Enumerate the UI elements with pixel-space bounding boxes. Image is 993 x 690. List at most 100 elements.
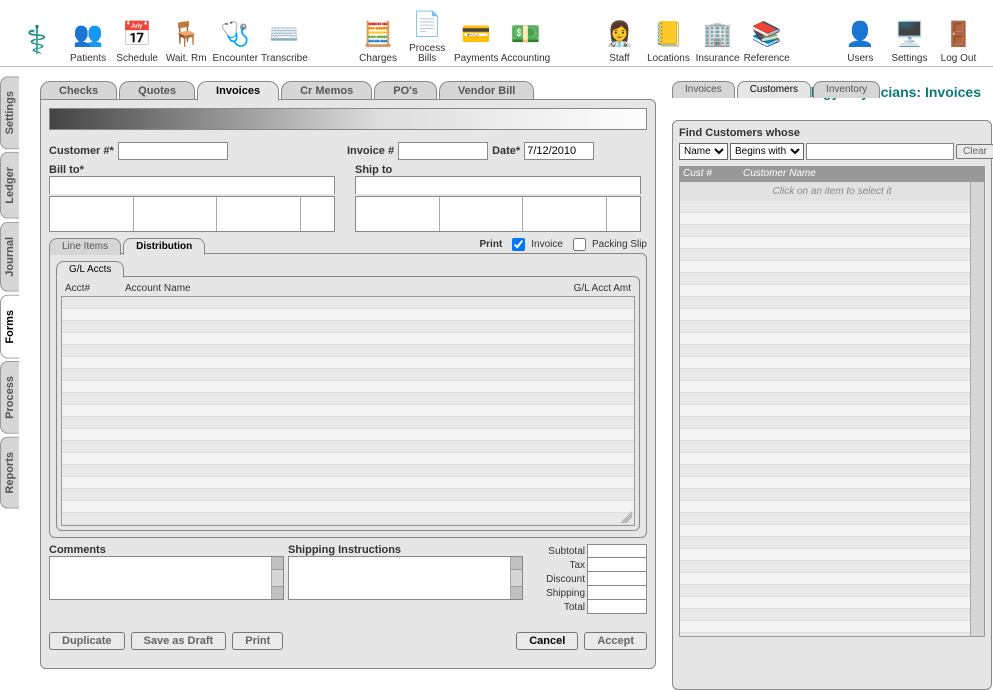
doctab-quotes[interactable]: Quotes [119,81,195,101]
toolbar-label: Process Bills [403,44,452,64]
sidetab-reports[interactable]: Reports [0,437,19,509]
reference-icon: 📚 [749,16,785,52]
payments-icon: 💳 [458,16,494,52]
gl-grid-body[interactable] [61,296,635,526]
left-column: ChecksQuotesInvoicesCr MemosPO'sVendor B… [40,80,656,677]
total-value [587,600,647,614]
charges-icon: 🧮 [360,16,396,52]
toolbar-label: Users [847,54,873,64]
sidepanel-tab-invoices[interactable]: Invoices [672,81,735,98]
sidetab-ledger[interactable]: Ledger [0,152,19,219]
doctab-invoices[interactable]: Invoices [197,81,279,101]
save-as-draft-button[interactable]: Save as Draft [131,632,227,650]
shipping-instructions-block: Shipping Instructions [288,544,523,614]
sidetab-journal[interactable]: Journal [0,222,19,292]
toolbar-process-bills-button[interactable]: 📄Process Bills [403,6,452,64]
bill-to-address[interactable] [49,196,335,232]
col-cust-no: Cust # [683,168,743,179]
sidepanel-tab-customers[interactable]: Customers [737,81,811,98]
discount-value [587,572,647,586]
toolbar-accounting-button[interactable]: 💵Accounting [501,16,550,64]
comments-textarea[interactable] [49,556,284,600]
invoice-no-input[interactable] [398,142,488,160]
ship-to-line1[interactable] [355,176,641,194]
print-button[interactable]: Print [232,632,283,650]
toolbar-patients-button[interactable]: 👥Patients [64,16,113,64]
toolbar-encounter-button[interactable]: 🩺Encounter [211,16,260,64]
tax-value [587,558,647,572]
customers-grid-header: Cust # Customer Name [679,166,985,181]
bill-to-line1[interactable] [49,176,335,194]
toolbar-log-out-button[interactable]: 🚪Log Out [934,16,983,64]
toolbar-payments-button[interactable]: 💳Payments [452,16,501,64]
subtotal-label: Subtotal [527,546,587,557]
footer-fields-row: Comments Shipping Instructions Subtotal … [49,544,647,614]
right-column: InvoicesCustomersInventory Find Customer… [672,80,992,677]
toolbar-reference-button[interactable]: 📚Reference [742,16,791,64]
ship-to-block: Ship to [355,164,641,232]
invoice-form-panel: Customer #* Invoice # Date* Bill to* [40,99,656,669]
cancel-button[interactable]: Cancel [516,632,578,650]
customers-grid-body[interactable]: Click on an item to select it [679,181,985,637]
shipping-instructions-textarea[interactable] [288,556,523,600]
subtab-distribution[interactable]: Distribution [123,238,205,255]
doctab-checks[interactable]: Checks [40,81,117,101]
date-input[interactable] [524,142,594,160]
scrollbar[interactable] [970,182,984,636]
toolbar-label: Patients [70,54,106,64]
sidepanel-tab-inventory[interactable]: Inventory [813,81,880,98]
toolbar-settings-button[interactable]: 🖥️Settings [885,16,934,64]
users-icon: 👤 [842,16,878,52]
toolbar-label: Transcribe [261,54,308,64]
find-field-select[interactable]: Name [679,143,728,160]
wait-rm-icon: 🪑 [168,16,204,52]
detail-subtabs: Line ItemsDistribution [49,237,647,254]
bill-to-block: Bill to* [49,164,335,232]
toolbar-label: Wait. Rm [166,54,207,64]
toolbar-locations-button[interactable]: 📒Locations [644,16,693,64]
minitab-g-l-accts[interactable]: G/L Accts [56,261,124,278]
doctab-vendor-bill[interactable]: Vendor Bill [439,81,534,101]
toolbar-transcribe-button[interactable]: ⌨️Transcribe [260,16,309,64]
sidetab-process[interactable]: Process [0,361,19,434]
toolbar-label: Encounter [213,54,259,64]
toolbar-insurance-button[interactable]: 🏢Insurance [693,16,742,64]
toolbar-label: Accounting [501,54,550,64]
distribution-panel: G/L Accts Acct# Account Name G/L Acct Am… [49,253,647,538]
ship-to-address[interactable] [355,196,641,232]
toolbar-divider [0,66,993,67]
doctab-cr-memos[interactable]: Cr Memos [281,81,372,101]
settings-icon: 🖥️ [891,16,927,52]
toolbar-users-button[interactable]: 👤 Users [836,16,885,64]
col-cust-name: Customer Name [743,168,816,179]
doctab-po-s[interactable]: PO's [374,81,437,101]
sidetab-settings[interactable]: Settings [0,76,19,149]
scrollbar[interactable] [271,557,283,599]
total-label: Total [527,602,587,613]
customers-grid-hint: Click on an item to select it [680,182,984,201]
shipping-label: Shipping [527,588,587,599]
shipping-value [587,586,647,600]
toolbar-label: Charges [359,54,397,64]
gl-col-name: Account Name [125,283,541,294]
find-operator-select[interactable]: Begins with [730,143,804,160]
gl-col-amt: G/L Acct Amt [541,283,631,294]
log-out-icon: 🚪 [940,16,976,52]
panel-header-gradient [49,108,647,130]
toolbar-staff-button[interactable]: 👩‍⚕️Staff [595,16,644,64]
toolbar-charges-button[interactable]: 🧮 Charges [354,16,403,64]
customer-no-label: Customer #* [49,145,114,157]
duplicate-button[interactable]: Duplicate [49,632,125,650]
comments-block: Comments [49,544,284,614]
sidetab-forms[interactable]: Forms [0,295,19,359]
toolbar-wait-rm-button[interactable]: 🪑 Wait. Rm [162,16,211,64]
clear-button[interactable]: Clear [956,144,993,159]
scrollbar[interactable] [510,557,522,599]
top-toolbar: ⚕ 👥Patients📅Schedule🪑Wait. Rm🩺Encounter⌨… [0,0,993,66]
customer-no-input[interactable] [118,142,228,160]
toolbar-schedule-button[interactable]: 📅Schedule [113,16,162,64]
accept-button[interactable]: Accept [584,632,647,650]
find-text-input[interactable] [806,143,954,160]
subtab-line-items[interactable]: Line Items [49,238,121,255]
comments-label: Comments [49,544,284,556]
